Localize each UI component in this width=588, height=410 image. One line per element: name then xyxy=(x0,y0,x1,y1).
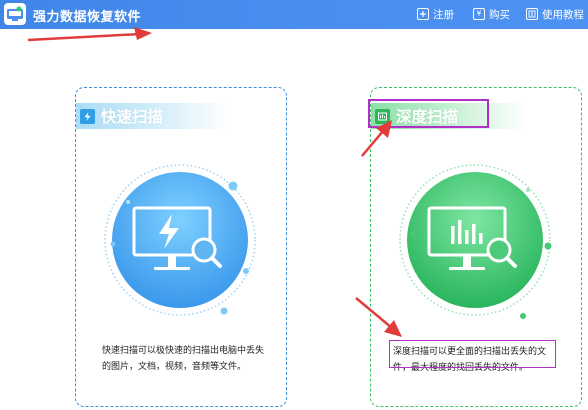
quick-scan-description: 快速扫描可以极快速的扫描出电脑中丢失的图片，文档，视频，音频等文件。 xyxy=(102,346,265,372)
deep-scan-header: 深度扫描 xyxy=(371,103,526,129)
register-label: 注册 xyxy=(433,8,454,21)
title-bar: 强力数据恢复软件 注册 ¥ 购买 使用教程 xyxy=(0,0,588,29)
register-menu-item[interactable]: 注册 xyxy=(417,5,454,23)
help-label: 使用教程 xyxy=(542,8,584,21)
monitor-barchart-magnifier-icon xyxy=(393,164,563,338)
register-icon xyxy=(417,8,429,20)
annotation-arrow-title xyxy=(27,32,141,42)
deep-scan-description: 深度扫描可以更全面的扫描出丢失的文件，最大程度的找回丢失的文件。 xyxy=(393,347,547,373)
deep-scan-card[interactable]: 深度扫描 深度扫描可以更全面的扫描出丢失的文件，最大程度的找回丢失的文件。 xyxy=(370,87,582,407)
book-icon xyxy=(526,8,538,20)
yen-icon: ¥ xyxy=(473,8,485,20)
app-title: 强力数据恢复软件 xyxy=(33,10,142,25)
quick-scan-header: 快速扫描 xyxy=(76,103,231,129)
app-logo-icon xyxy=(4,3,26,25)
help-menu-item[interactable]: 使用教程 xyxy=(526,5,584,23)
quick-scan-card[interactable]: 快速扫描 快速扫描可以极快速的扫描出电脑中丢失的图片，文档，视频，音频等文件。 xyxy=(75,87,287,407)
buy-label: 购买 xyxy=(489,8,510,21)
deep-scan-icon xyxy=(375,108,390,124)
buy-menu-item[interactable]: ¥ 购买 xyxy=(473,5,510,23)
deep-scan-title: 深度扫描 xyxy=(396,108,459,126)
monitor-lightning-magnifier-icon xyxy=(98,164,268,338)
quick-scan-title: 快速扫描 xyxy=(101,108,164,126)
lightning-icon xyxy=(80,108,95,124)
app-window: 强力数据恢复软件 注册 ¥ 购买 使用教程 快速扫描 快速扫描可以极快速的扫描出… xyxy=(0,0,588,410)
